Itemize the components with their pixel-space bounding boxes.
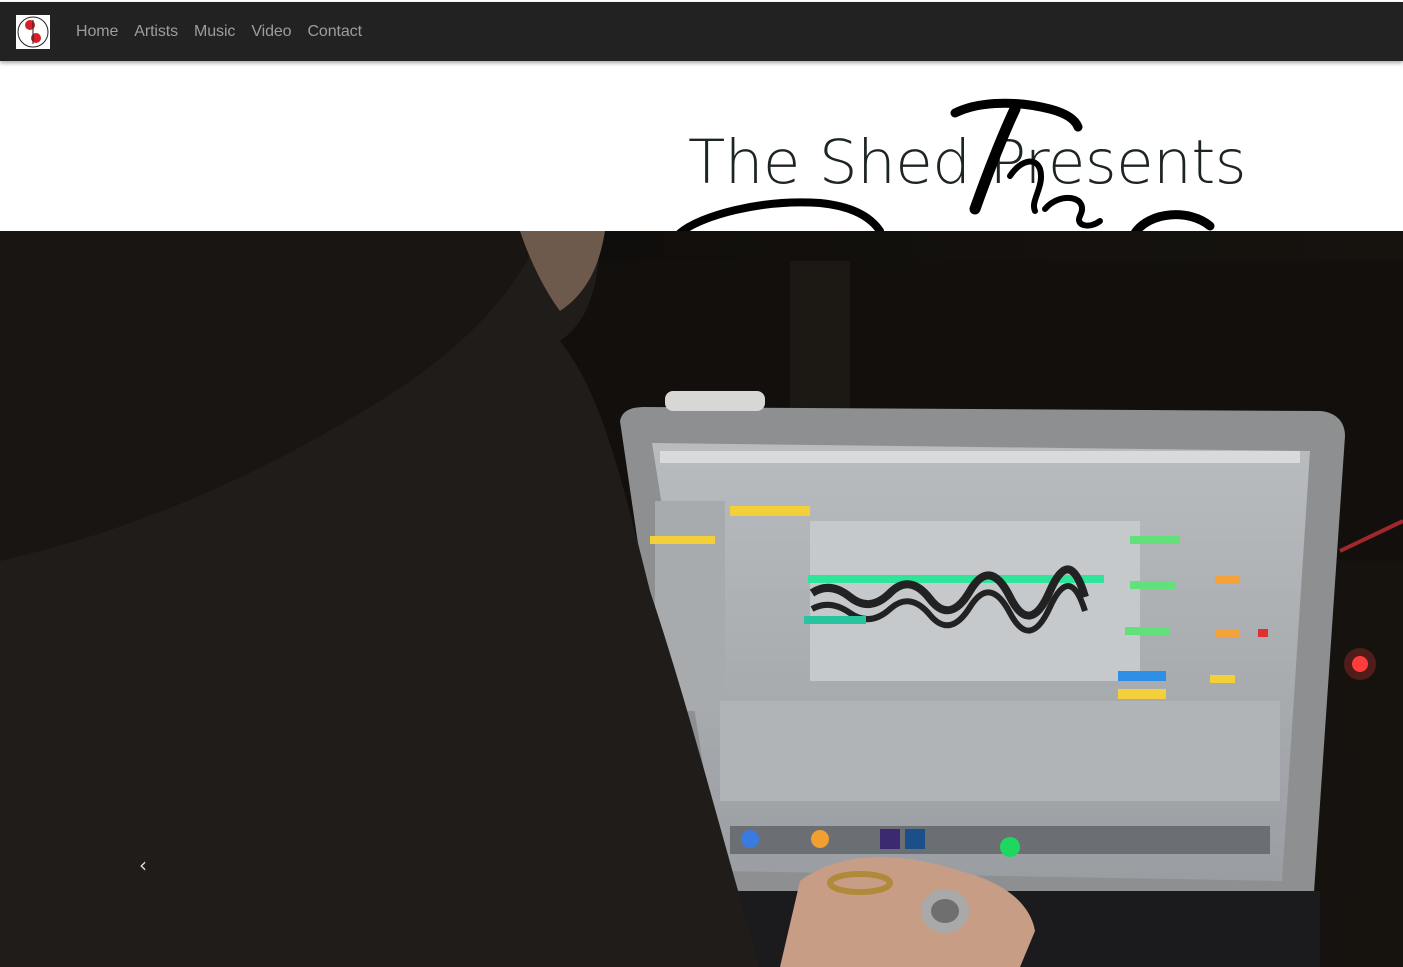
nav-music[interactable]: Music [186,23,243,41]
nav-links: Home Artists Music Video Contact [68,23,370,41]
navbar: Home Artists Music Video Contact [0,2,1403,61]
chevron-left-icon: ‹ [139,853,147,877]
hero-carousel [0,231,1403,967]
nav-artists[interactable]: Artists [126,23,186,41]
nav-video[interactable]: Video [243,23,299,41]
hero-image [0,231,1403,967]
script-logo-image [676,98,1215,231]
nav-home[interactable]: Home [68,23,126,41]
shed-logo-icon [17,16,49,47]
page-header: The Shed Presents [0,61,1403,231]
nav-contact[interactable]: Contact [299,23,369,41]
carousel-prev-button[interactable]: ‹ [128,845,158,885]
brand-logo[interactable] [16,14,50,49]
